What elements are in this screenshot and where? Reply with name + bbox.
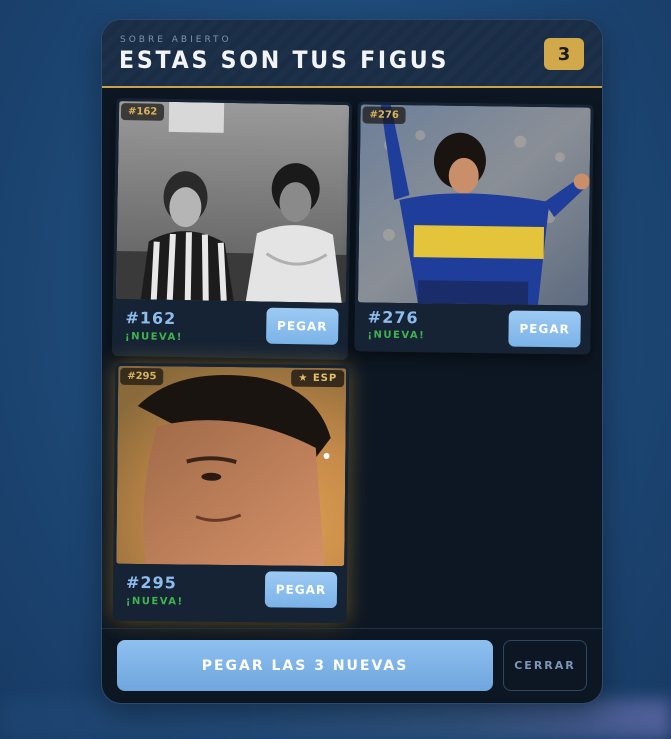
modal-header: SOBRE ABIERTO ESTAS SON TUS FIGUS 3: [102, 20, 602, 88]
modal-title: ESTAS SON TUS FIGUS: [119, 46, 450, 74]
sticker-card-special: #295 ★ ESP #295 ¡NUEVA! PEGAR: [112, 362, 350, 624]
count-badge: 3: [544, 38, 584, 70]
new-status-label: ¡NUEVA!: [367, 329, 426, 342]
close-button[interactable]: CERRAR: [503, 640, 587, 691]
special-badge: ★ ESP: [291, 369, 345, 388]
pack-opened-modal: SOBRE ABIERTO ESTAS SON TUS FIGUS 3 #162…: [101, 19, 603, 704]
sticker-tag: #276: [362, 106, 406, 125]
sticker-photo: [116, 365, 347, 567]
new-status-label: ¡NUEVA!: [125, 595, 184, 608]
sticker-tag: #162: [120, 103, 165, 121]
sticker-number: #162: [125, 308, 177, 329]
sticker-number: #276: [367, 307, 419, 328]
sticker-photo: [357, 104, 591, 306]
modal-footer: PEGAR LAS 3 NUEVAS CERRAR: [102, 628, 602, 703]
modal-subtitle: SOBRE ABIERTO: [120, 35, 232, 45]
paste-button[interactable]: PEGAR: [264, 571, 338, 609]
sticker-card: #276 #276 ¡NUEVA! PEGAR: [354, 101, 594, 355]
sticker-photo: [115, 101, 350, 303]
sticker-number: #295: [125, 572, 177, 593]
paste-button[interactable]: PEGAR: [266, 307, 339, 345]
new-status-label: ¡NUEVA!: [125, 331, 183, 344]
paste-all-new-button[interactable]: PEGAR LAS 3 NUEVAS: [117, 640, 493, 691]
background-blur: [0, 699, 671, 739]
sticker-tag: #295: [120, 367, 164, 386]
paste-button[interactable]: PEGAR: [508, 310, 581, 348]
sticker-card: #162 #162 ¡NUEVA! PEGAR: [111, 97, 353, 361]
